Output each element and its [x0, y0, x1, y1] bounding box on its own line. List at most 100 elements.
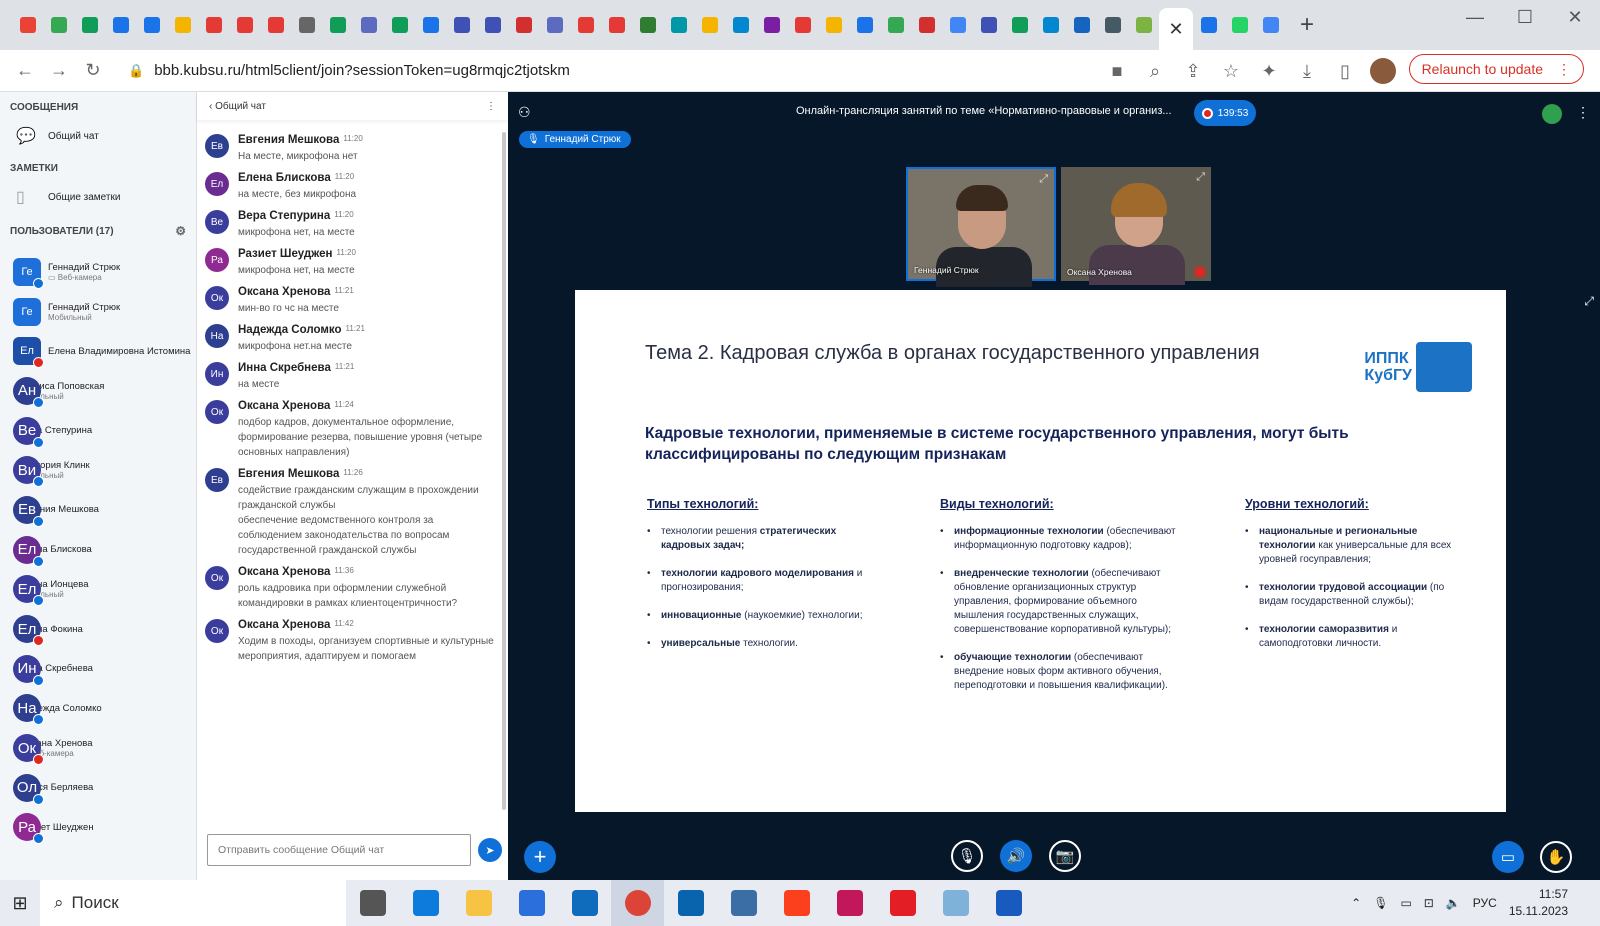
taskbar-app-chrome[interactable]	[611, 880, 664, 926]
browser-tab[interactable]	[74, 0, 105, 50]
user-list-item[interactable]: На Надежда Соломко	[0, 689, 197, 729]
taskbar-app-yandex[interactable]	[770, 880, 823, 926]
browser-tab[interactable]	[167, 0, 198, 50]
browser-tab[interactable]	[446, 0, 477, 50]
language-indicator[interactable]: РУС	[1473, 896, 1497, 910]
taskbar-app-word[interactable]	[982, 880, 1035, 926]
forward-icon[interactable]: →	[42, 54, 76, 88]
clock[interactable]: 11:57 15.11.2023	[1509, 886, 1568, 920]
chat-back-button[interactable]: ‹ Общий чат	[209, 101, 266, 112]
browser-tab[interactable]	[1193, 0, 1224, 50]
options-menu-icon[interactable]: ⋮	[1576, 104, 1590, 121]
browser-tab[interactable]	[229, 0, 260, 50]
taskbar-app-store[interactable]	[505, 880, 558, 926]
browser-tab[interactable]	[291, 0, 322, 50]
browser-tab[interactable]	[663, 0, 694, 50]
browser-tab[interactable]	[725, 0, 756, 50]
browser-tab[interactable]	[260, 0, 291, 50]
close-window-icon[interactable]: ✕	[1550, 0, 1600, 34]
user-list-item[interactable]: Ев Евгения Мешкова	[0, 490, 197, 530]
browser-tab[interactable]	[818, 0, 849, 50]
manage-users-icon[interactable]: ⚇	[518, 104, 531, 121]
browser-tab[interactable]	[1128, 0, 1159, 50]
download-icon[interactable]: ⤓	[1290, 54, 1324, 88]
audio-button[interactable]: 🔊	[1000, 840, 1032, 872]
chevron-up-icon[interactable]: ⌃	[1351, 896, 1361, 910]
browser-tab[interactable]	[632, 0, 663, 50]
browser-tab[interactable]	[43, 0, 74, 50]
user-list-item[interactable]: Ви Виктория Клинк Мобильный	[0, 450, 197, 490]
browser-tab[interactable]	[1035, 0, 1066, 50]
browser-tab[interactable]	[1097, 0, 1128, 50]
taskbar-app-task-view[interactable]	[346, 880, 399, 926]
gear-icon[interactable]: ⚙	[175, 224, 186, 238]
browser-tab[interactable]	[384, 0, 415, 50]
mute-mic-button[interactable]: 🎙	[951, 840, 983, 872]
browser-tab[interactable]	[570, 0, 601, 50]
browser-tab[interactable]	[1255, 0, 1286, 50]
webcam-button[interactable]: 📷	[1049, 840, 1081, 872]
browser-tab[interactable]	[415, 0, 446, 50]
presentation-button[interactable]: ▭	[1492, 841, 1524, 873]
shared-notes-item[interactable]: ▯ Общие заметки	[0, 180, 196, 214]
send-button[interactable]: ➤	[478, 838, 502, 862]
raise-hand-button[interactable]: ✋	[1540, 841, 1572, 873]
taskbar-app-notepad[interactable]	[929, 880, 982, 926]
presentation-fullscreen-icon[interactable]: ⤢	[1584, 294, 1594, 309]
browser-tab[interactable]	[849, 0, 880, 50]
camera-icon[interactable]: ■	[1100, 54, 1134, 88]
browser-tab[interactable]	[1066, 0, 1097, 50]
maximize-icon[interactable]: ☐	[1500, 0, 1550, 34]
windows-start-icon[interactable]: ⊞	[0, 893, 40, 914]
back-icon[interactable]: ←	[8, 54, 42, 88]
user-list-item[interactable]: Ан Анфиса Поповская Мобильный	[0, 371, 197, 411]
new-tab-icon[interactable]: +	[1300, 11, 1314, 39]
browser-tab[interactable]	[911, 0, 942, 50]
recording-indicator[interactable]: 139:53	[1194, 100, 1256, 126]
taskbar-app-mail[interactable]	[558, 880, 611, 926]
user-list-item[interactable]: Ел Елена Блискова	[0, 530, 197, 570]
browser-tab[interactable]	[1224, 0, 1255, 50]
user-list-item[interactable]: Ин Инна Скребнева	[0, 649, 197, 689]
browser-tab[interactable]	[942, 0, 973, 50]
browser-tab[interactable]	[322, 0, 353, 50]
extensions-icon[interactable]: ✦	[1252, 54, 1286, 88]
user-list-item[interactable]: Ел Елена Фокина	[0, 609, 197, 649]
address-bar[interactable]: 🔒 bbb.kubsu.ru/html5client/join?sessionT…	[120, 53, 1260, 88]
actions-plus-button[interactable]: +	[524, 841, 556, 873]
user-list-item[interactable]: Ок Оксана Хренова ▭ Веб-камера	[0, 728, 197, 768]
user-list-item[interactable]: Ве Вера Степурина	[0, 411, 197, 451]
zoom-icon[interactable]: ⌕	[1138, 54, 1172, 88]
browser-tab[interactable]	[198, 0, 229, 50]
user-list-item[interactable]: Ел Елена Ионцева Мобильный	[0, 570, 197, 610]
user-list-item[interactable]: Ге Геннадий Стрюк ▭ Веб-камера	[0, 252, 197, 292]
taskbar-app-edge[interactable]	[399, 880, 452, 926]
close-tab-icon[interactable]: ✕	[1168, 19, 1183, 40]
volume-icon[interactable]: 🔈	[1446, 896, 1461, 910]
chat-scrollbar[interactable]	[502, 132, 506, 810]
browser-tab[interactable]	[973, 0, 1004, 50]
mic-tray-icon[interactable]: 🎙	[1373, 896, 1388, 910]
connection-status-icon[interactable]	[1542, 104, 1562, 124]
user-list-item[interactable]: Ге Геннадий Стрюк Мобильный	[0, 292, 197, 332]
user-list-item[interactable]: Ол Олеся Берляева	[0, 768, 197, 808]
browser-tab[interactable]	[787, 0, 818, 50]
taskbar-app-app-flower[interactable]	[823, 880, 876, 926]
browser-tab[interactable]	[539, 0, 570, 50]
reload-icon[interactable]: ↻	[76, 54, 110, 88]
browser-tab[interactable]	[477, 0, 508, 50]
browser-tab[interactable]	[136, 0, 167, 50]
active-tab[interactable]: ✕	[1159, 8, 1193, 50]
chat-message-input[interactable]: Отправить сообщение Общий чат	[207, 834, 471, 866]
minimize-icon[interactable]: —	[1450, 0, 1500, 34]
network-icon[interactable]: ⊡	[1424, 896, 1434, 910]
bookmark-star-icon[interactable]: ☆	[1214, 54, 1248, 88]
taskbar-app-calculator[interactable]	[717, 880, 770, 926]
browser-tab[interactable]	[105, 0, 136, 50]
browser-tab[interactable]	[1004, 0, 1035, 50]
relaunch-button[interactable]: Relaunch to update ⋮	[1408, 54, 1584, 84]
fullscreen-icon[interactable]: ⤢	[1039, 173, 1048, 186]
fullscreen-icon[interactable]: ⤢	[1196, 171, 1205, 184]
battery-icon[interactable]: ▭	[1400, 896, 1411, 910]
share-icon[interactable]: ⇪	[1176, 54, 1210, 88]
